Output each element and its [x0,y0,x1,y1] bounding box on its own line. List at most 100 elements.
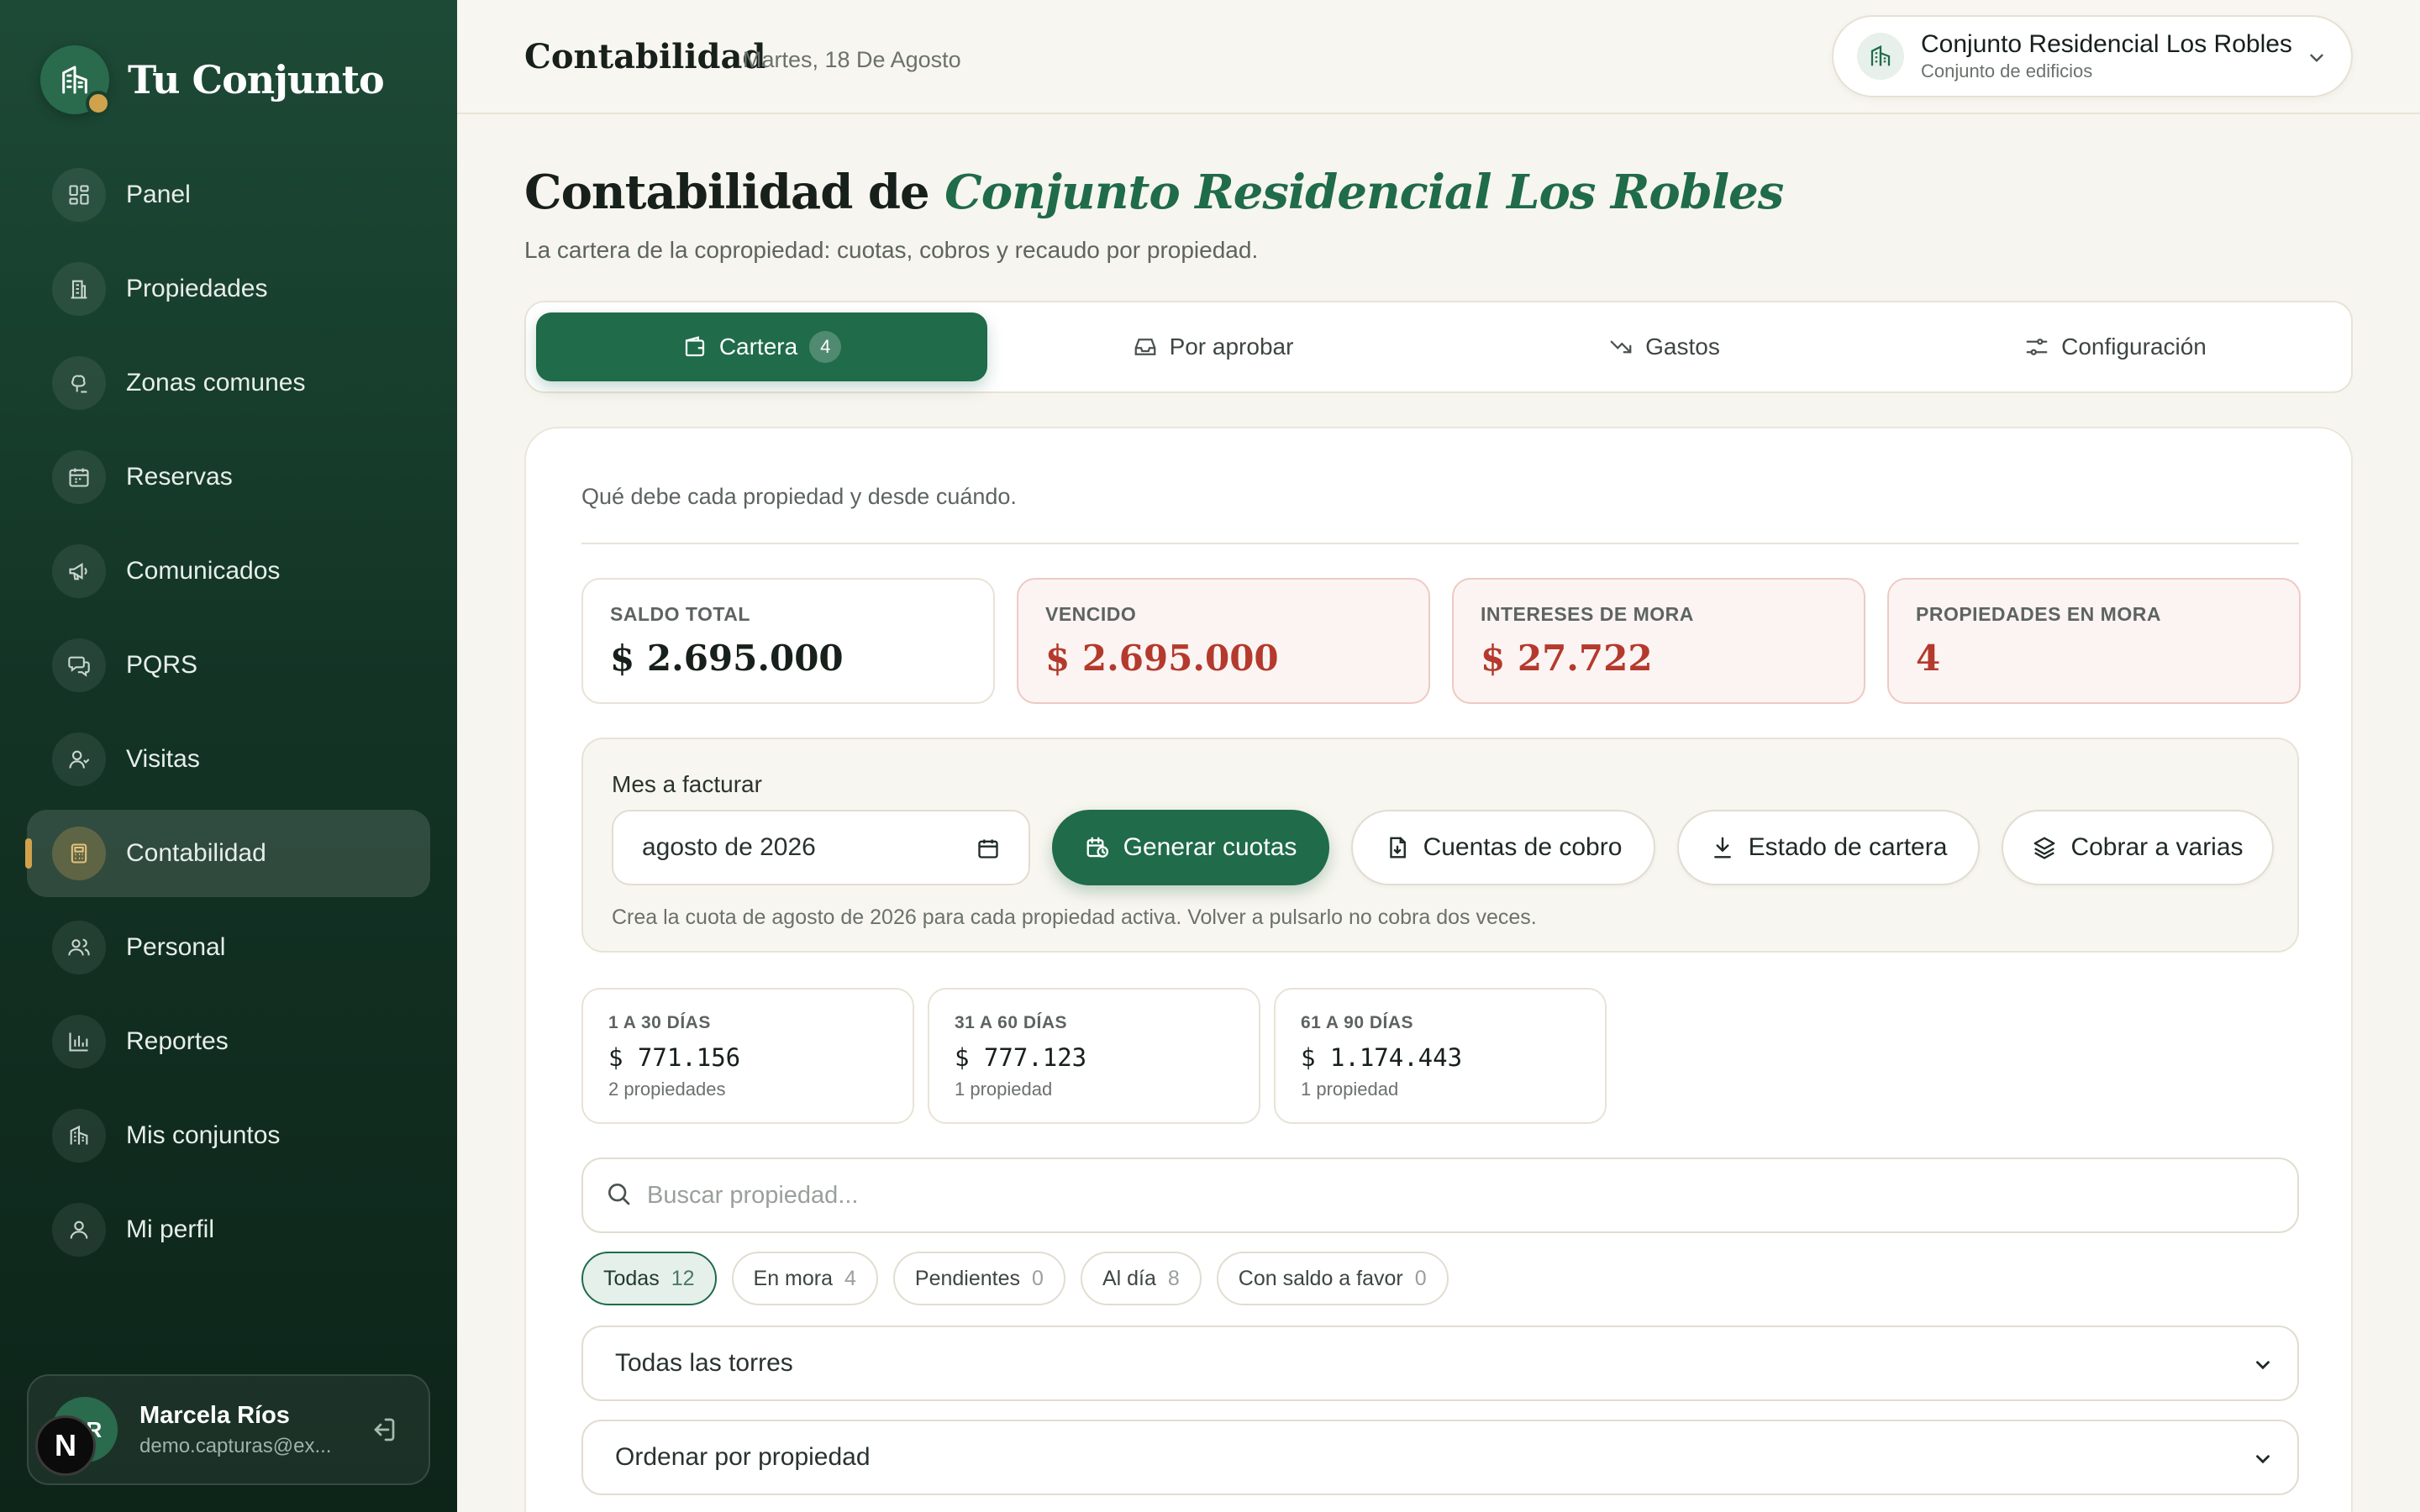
stat-value: $ 2.695.000 [610,638,844,679]
sidebar-item-label: Reservas [126,463,233,491]
filter-saldo-a-favor[interactable]: Con saldo a favor 0 [1216,1252,1449,1305]
stats-row: SALDO TOTAL $ 2.695.000 VENCIDO $ 2.695.… [581,578,2301,704]
cartera-intro: Qué debe cada propiedad y desde cuándo. [581,484,1017,509]
status-filters: Todas 12 En mora 4 Pendientes 0 Al día 8… [581,1252,1449,1305]
brand-name: Tu Conjunto [128,57,385,102]
stat-value: 4 [1916,638,1941,679]
stat-value: $ 2.695.000 [1045,638,1279,679]
filter-en-mora[interactable]: En mora 4 [731,1252,878,1305]
building-selector[interactable]: Conjunto Residencial Los Robles Conjunto… [1832,15,2353,97]
tab-label: Gastos [1645,333,1720,360]
filter-al-dia[interactable]: Al día 8 [1080,1252,1202,1305]
billing-month-value: agosto de 2026 [642,833,816,861]
aging-row: 1 A 30 DÍAS $ 771.156 2 propiedades 31 A… [581,988,1607,1124]
order-select-value: Ordenar por propiedad [615,1443,871,1471]
user-name: Marcela Ríos [139,1401,290,1429]
filter-count: 8 [1167,1266,1180,1290]
page-title: Contabilidad de Conjunto Residencial Los… [524,165,1784,220]
building-type: Conjunto de edificios [1921,60,2093,81]
logout-icon[interactable] [368,1415,398,1449]
order-select[interactable]: Ordenar por propiedad [581,1420,2299,1495]
button-label: Estado de cartera [1748,833,1948,861]
trending-down-icon [1608,334,1634,360]
sidebar-item-reportes[interactable]: Reportes [27,998,430,1085]
tower-select[interactable]: Todas las torres [581,1326,2299,1401]
sidebar-item-reservas[interactable]: Reservas [27,433,430,521]
filter-count: 0 [1414,1266,1427,1290]
sidebar-item-propiedades[interactable]: Propiedades [27,245,430,333]
billing-month-input[interactable]: agosto de 2026 [612,810,1030,885]
tab-count-badge: 4 [809,331,842,363]
file-download-icon [1385,835,1410,860]
building-name: Conjunto Residencial Los Robles [1921,30,2292,58]
sidebar: Tu Conjunto Panel Propiedades Zonas comu… [0,0,457,1512]
search-input[interactable] [647,1181,2244,1210]
sidebar-item-mis-conjuntos[interactable]: Mis conjuntos [27,1092,430,1179]
layers-icon [2032,835,2057,860]
filter-label: Pendientes [914,1266,1021,1290]
chevron-down-icon [2252,1354,2274,1383]
brand[interactable]: Tu Conjunto [40,45,385,116]
search-icon [605,1180,632,1211]
user-icon [52,732,106,786]
aging-count: 1 propiedad [955,1079,1053,1100]
tab-configuracion[interactable]: Configuración [1890,312,2341,381]
tab-cartera[interactable]: Cartera 4 [536,312,987,381]
billing-help-text: Crea la cuota de agosto de 2026 para cad… [612,906,1537,929]
page-title-prefix: Contabilidad de [524,165,930,220]
building-icon [52,262,106,316]
filter-count: 12 [671,1266,695,1290]
sidebar-item-label: Visitas [126,745,200,773]
tab-por-aprobar[interactable]: Por aprobar [987,312,1439,381]
aging-value: $ 1.174.443 [1301,1043,1463,1072]
sidebar-item-label: Mi perfil [126,1215,215,1243]
filter-pendientes[interactable]: Pendientes 0 [892,1252,1065,1305]
generate-fees-button[interactable]: Generar cuotas [1052,810,1329,885]
sidebar-item-mi-perfil[interactable]: Mi perfil [27,1186,430,1273]
sidebar-item-label: Propiedades [126,275,268,302]
sidebar-item-contabilidad[interactable]: Contabilidad [25,810,430,897]
user-card[interactable]: MR N Marcela Ríos demo.capturas@ex... [27,1374,430,1485]
tab-gastos[interactable]: Gastos [1439,312,1890,381]
aging-value: $ 777.123 [955,1043,1087,1072]
stat-propiedades-mora: PROPIEDADES EN MORA 4 [1887,578,2301,704]
stat-label: SALDO TOTAL [610,603,750,625]
sidebar-item-label: Reportes [126,1027,229,1055]
user-email: demo.capturas@ex... [139,1434,332,1457]
aging-card-31-60: 31 A 60 DÍAS $ 777.123 1 propiedad [928,988,1260,1124]
wallet-icon [682,334,708,360]
sidebar-item-panel[interactable]: Panel [27,151,430,239]
dev-badge[interactable]: N [35,1415,96,1476]
filter-todas[interactable]: Todas 12 [581,1252,717,1305]
estado-de-cartera-button[interactable]: Estado de cartera [1677,810,1980,885]
button-label: Cobrar a varias [2070,833,2244,861]
megaphone-icon [52,544,106,598]
sidebar-item-personal[interactable]: Personal [27,904,430,991]
cobrar-a-varias-button[interactable]: Cobrar a varias [2002,810,2274,885]
sidebar-item-comunicados[interactable]: Comunicados [27,528,430,615]
tab-label: Cartera [718,333,798,360]
aging-card-61-90: 61 A 90 DÍAS $ 1.174.443 1 propiedad [1274,988,1607,1124]
tab-label: Por aprobar [1169,333,1294,360]
settings-sliders-icon [2024,334,2049,360]
filter-label: Con saldo a favor [1238,1266,1403,1290]
calendar-icon [52,450,106,504]
button-label: Generar cuotas [1123,833,1297,861]
filter-label: En mora [753,1266,834,1290]
calculator-icon [52,827,106,880]
sidebar-item-zonas-comunes[interactable]: Zonas comunes [27,339,430,427]
calendar-clock-icon [1085,835,1110,860]
sidebar-item-visitas[interactable]: Visitas [27,716,430,803]
billing-month-label: Mes a facturar [612,771,762,797]
tree-icon [52,356,106,410]
inbox-icon [1133,334,1158,360]
topbar-date: Martes, 18 De Agosto [743,47,961,72]
user-info: Marcela Ríos demo.capturas@ex... [139,1402,331,1458]
calendar-icon[interactable] [976,837,1000,867]
filter-count: 4 [844,1266,856,1290]
stat-value: $ 27.722 [1481,638,1653,679]
cuentas-de-cobro-button[interactable]: Cuentas de cobro [1351,810,1655,885]
profile-icon [52,1203,106,1257]
sidebar-item-pqrs[interactable]: PQRS [27,622,430,709]
topbar: Contabilidad Martes, 18 De Agosto Conjun… [457,0,2420,114]
